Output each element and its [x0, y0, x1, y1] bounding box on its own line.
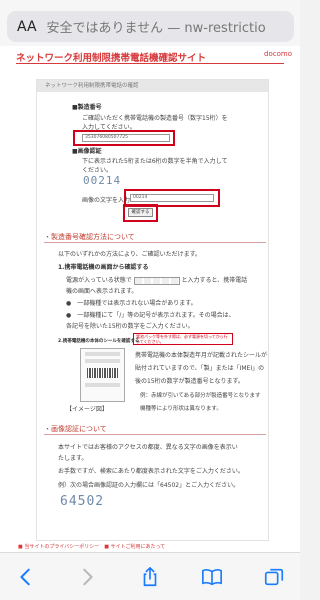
panel-header: ネットワーク利用制限携帯電話の確認 — [37, 80, 268, 92]
sticker-stripe — [85, 352, 120, 356]
book-icon — [202, 569, 222, 586]
captcha-info-line1: 本サイトではお客様のアクセスの都度、異なる文字の画像を表示い — [58, 444, 238, 451]
bookmarks-button[interactable] — [200, 565, 224, 589]
method1-line1-text: 電源が入っている状態で — [66, 277, 132, 284]
sticker-stripe — [85, 383, 120, 387]
footer-links[interactable]: ■ 当サイトのプライバシーポリシー ■ サイトご利用にあたって — [18, 543, 165, 550]
title-divider — [16, 63, 284, 64]
serial-highlight — [73, 130, 175, 146]
method1-line1b-text: と入力すると、携帯電話 — [181, 277, 248, 284]
forward-button[interactable] — [75, 565, 99, 589]
back-button[interactable] — [14, 565, 38, 589]
captcha-desc-2: ください。 — [82, 167, 113, 174]
method2-note1: 例：赤線が引いてある部分が製造番号となります — [140, 393, 261, 399]
method2-line2: 貼付されていますので、「製」または「IMEI」の — [135, 365, 265, 372]
method2-line1: 携帯電話機の本体製造年月が記載されたシールが — [135, 352, 268, 359]
bullet-2b: 各記号を除いた15桁の数字をご入力ください。 — [66, 323, 194, 330]
share-icon — [143, 567, 157, 587]
image-label: 【イメージ図】 — [66, 406, 108, 413]
method1-title: 1.携帯電話機の画面から確認する — [58, 264, 149, 271]
section-captcha-heading: ・画像認証について — [44, 425, 107, 433]
chevron-left-icon — [20, 568, 30, 586]
chevron-right-icon — [83, 568, 93, 586]
captcha-info-line2: たします。 — [58, 455, 88, 462]
section-divider — [44, 242, 266, 243]
code-image — [133, 276, 180, 285]
address-bar[interactable]: AA 安全ではありません — nw-restrictio — [7, 11, 294, 42]
section-serial-heading: ・製造番号確認方法について — [44, 233, 135, 241]
sticker-stripe — [85, 359, 120, 363]
captcha-info-line3: お手数ですが、検索にあたり都度表示された文字をご入力ください。 — [58, 468, 244, 475]
url-text[interactable]: 安全ではありません — nw-restrictio — [47, 17, 266, 36]
captcha-example: 例）次の場合画像認証の入力欄には「64502」とご入力ください。 — [58, 482, 240, 489]
sticker-barcode — [87, 368, 118, 378]
brand-text: docomo — [264, 50, 292, 58]
method1-line1: 電源が入っている状態で と入力すると、携帯電話 — [66, 275, 247, 285]
tabs-button[interactable] — [262, 565, 286, 589]
serial-desc: ご確認いただく携帯電話機の製造番号（数字15桁）を — [82, 115, 228, 122]
serial-intro: 以下のいずれかの方法により、ご確認いただけます。 — [58, 251, 202, 258]
submit-highlight — [123, 204, 158, 222]
captcha-desc: 下に表示された5桁または6桁の数字を半角で入力して — [82, 158, 228, 165]
method1-line2: 機の画面へ表示されます。 — [66, 288, 138, 295]
method2-title: 2.携帯電話機の本体のシールを確認する — [58, 339, 140, 344]
share-button[interactable] — [138, 565, 162, 589]
captcha-image: 00214 — [83, 174, 122, 187]
captcha-input-label: 画像の文字を入力 — [82, 197, 131, 204]
text-size-button[interactable]: AA — [17, 19, 37, 35]
browser-bottom-bar — [0, 552, 300, 600]
warning-box: 電池パック等を外す際は、必ず電源を切ってから行ってください。 — [133, 333, 233, 345]
method2-note2: 機種等により形状は異なります。 — [140, 406, 222, 412]
serial-heading: ■製造番号 — [72, 104, 102, 111]
sticker-image — [80, 348, 125, 402]
example-captcha-image: 64502 — [60, 494, 105, 509]
browser-top-bar: AA 安全ではありません — nw-restrictio — [0, 0, 300, 46]
site-title: ネットワーク利用制限携帯電話機確認サイト — [16, 53, 207, 64]
web-page: ネットワーク利用制限携帯電話機確認サイト docomo ネットワーク利用制限携帯… — [0, 46, 300, 552]
bullet-2: ● 一部機種にて「/」等の記号が表示されます。その場合は、 — [66, 312, 235, 319]
section-divider — [44, 434, 266, 435]
method2-line3: 後の15桁の数字が製造番号となります。 — [135, 378, 244, 385]
bullet-1: ● 一部機種では表示されない場合があります。 — [66, 300, 197, 307]
tabs-icon — [264, 568, 284, 586]
captcha-heading: ■画像認証 — [72, 148, 102, 155]
